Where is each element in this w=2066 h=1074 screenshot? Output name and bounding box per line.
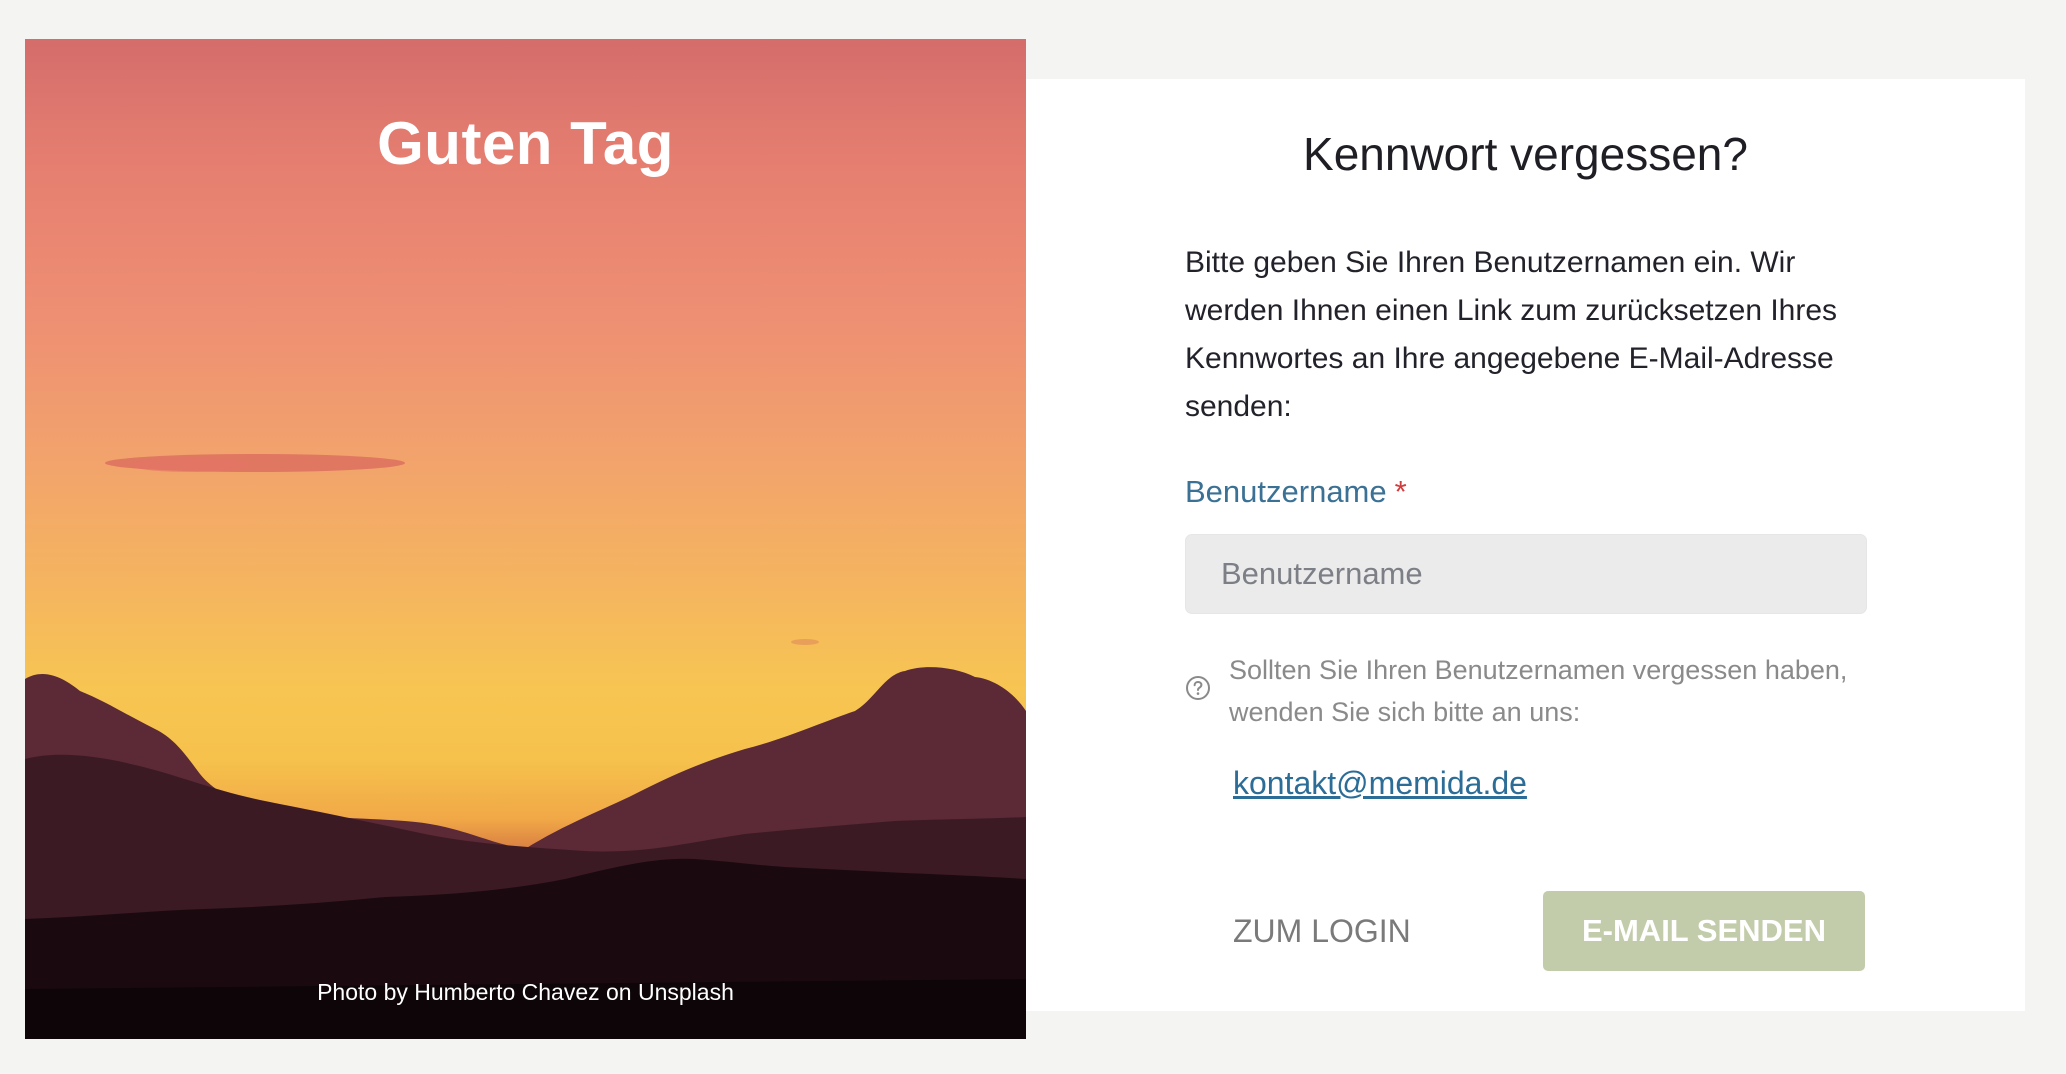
- hero-photo-panel: Guten Tag Photo by Humberto Chavez on Un…: [25, 39, 1026, 1039]
- required-marker: *: [1394, 474, 1407, 509]
- username-label-text: Benutzername: [1185, 474, 1387, 509]
- contact-email-link[interactable]: kontakt@memida.de: [1233, 765, 1527, 802]
- intro-text: Bitte geben Sie Ihren Benutzernamen ein.…: [1185, 246, 1838, 423]
- username-input[interactable]: [1185, 534, 1867, 614]
- question-circle-icon: [1186, 676, 1210, 700]
- sunset-photo: [25, 454, 1026, 1039]
- greeting-heading: Guten Tag: [377, 110, 674, 177]
- username-label: Benutzername *: [1185, 474, 1407, 510]
- forgot-password-card: Kennwort vergessen? Bitte geben Sie Ihre…: [1026, 79, 2025, 1011]
- send-email-button[interactable]: E-MAIL SENDEN: [1543, 891, 1865, 971]
- page-title: Kennwort vergessen?: [1303, 128, 1748, 180]
- help-text: Sollten Sie Ihren Benutzernamen vergesse…: [1229, 655, 1848, 727]
- photo-credit: Photo by Humberto Chavez on Unsplash: [317, 979, 734, 1005]
- back-to-login-button[interactable]: ZUM LOGIN: [1233, 891, 1411, 971]
